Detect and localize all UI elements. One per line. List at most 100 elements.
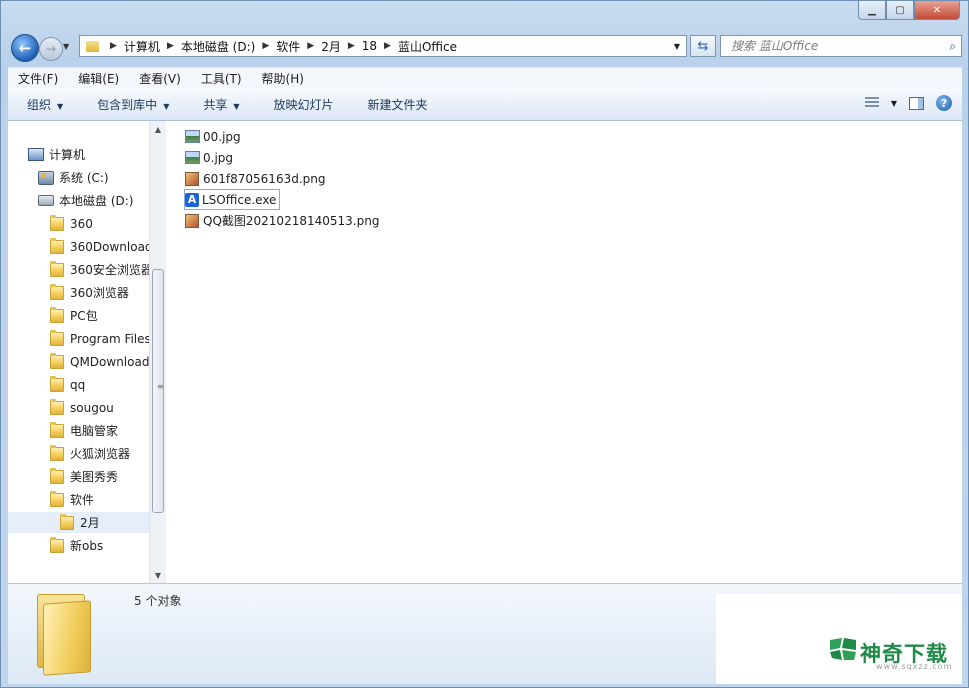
chevron-right-icon[interactable]: ▶ bbox=[348, 41, 355, 51]
refresh-button[interactable]: ⇆ bbox=[690, 35, 716, 57]
address-bar[interactable]: ▶ 计算机 ▶ 本地磁盘 (D:) ▶ 软件 ▶ 2月 ▶ 18 ▶ 蓝山Off… bbox=[79, 35, 687, 57]
folder-icon bbox=[86, 40, 99, 52]
folder-icon bbox=[50, 444, 64, 461]
tree-label: qq bbox=[70, 377, 86, 392]
tree-item-folder-selected[interactable]: 2月 bbox=[8, 512, 149, 533]
chevron-down-icon: ▼ bbox=[233, 102, 240, 111]
search-input[interactable] bbox=[729, 38, 933, 54]
slideshow-button[interactable]: 放映幻灯片 bbox=[255, 96, 349, 113]
folder-icon bbox=[50, 237, 64, 254]
folder-icon bbox=[50, 352, 64, 369]
help-icon[interactable]: ? bbox=[936, 95, 952, 111]
tree-label: PC包 bbox=[70, 309, 98, 323]
recent-pages-dropdown-icon[interactable]: ▼ bbox=[63, 42, 69, 51]
chevron-right-icon[interactable]: ▶ bbox=[307, 41, 314, 51]
file-list: 00.jpg 0.jpg 601f87056163d.png A LSOffice… bbox=[166, 121, 962, 583]
new-folder-button[interactable]: 新建文件夹 bbox=[349, 96, 443, 113]
share-label: 共享 bbox=[203, 98, 228, 112]
navigation-scrollbar[interactable]: ▲ ≡ ▼ bbox=[149, 121, 166, 583]
tree-label: 美图秀秀 bbox=[70, 470, 119, 484]
folder-icon bbox=[50, 306, 64, 323]
tree-item-folder[interactable]: 360Download bbox=[50, 236, 149, 257]
tree-item-system-c[interactable]: 系统 (C:) bbox=[38, 167, 109, 188]
tree-item-folder[interactable]: 火狐浏览器 bbox=[50, 443, 130, 464]
include-in-library-button[interactable]: 包含到库中 ▼ bbox=[78, 96, 184, 113]
scroll-up-icon[interactable]: ▲ bbox=[150, 121, 166, 137]
breadcrumb-software[interactable]: 软件 bbox=[276, 38, 300, 55]
maximize-button[interactable]: ▢ bbox=[886, 1, 914, 20]
tree-label: Program Files bbox=[70, 331, 149, 346]
navigation-bar: ← → ▼ ▶ 计算机 ▶ 本地磁盘 (D:) ▶ 软件 ▶ 2月 ▶ 18 ▶… bbox=[9, 32, 964, 62]
organize-button[interactable]: 组织 ▼ bbox=[8, 96, 78, 113]
large-folder-icon bbox=[33, 588, 91, 676]
tree-item-folder[interactable]: Program Files bbox=[50, 328, 149, 349]
breadcrumb-drive-d[interactable]: 本地磁盘 (D:) bbox=[181, 38, 255, 55]
close-button[interactable]: ✕ bbox=[914, 1, 960, 20]
command-bar: 组织 ▼ 包含到库中 ▼ 共享 ▼ 放映幻灯片 新建文件夹 ▼ ? bbox=[8, 89, 962, 121]
file-item[interactable]: 00.jpg bbox=[185, 127, 244, 146]
chevron-down-icon: ▼ bbox=[57, 102, 64, 111]
tree-item-folder[interactable]: 新obs bbox=[50, 535, 103, 556]
folder-icon bbox=[50, 421, 64, 438]
tree-item-folder[interactable]: 电脑管家 bbox=[50, 420, 118, 441]
menu-help[interactable]: 帮助(H) bbox=[252, 70, 314, 87]
tree-item-folder[interactable]: 360 bbox=[50, 213, 93, 234]
png-file-icon bbox=[185, 171, 199, 186]
menu-view[interactable]: 查看(V) bbox=[129, 70, 191, 87]
tree-item-folder[interactable]: QMDownload bbox=[50, 351, 149, 372]
view-options-icon[interactable] bbox=[864, 97, 879, 109]
folder-icon bbox=[50, 329, 64, 346]
chevron-right-icon[interactable]: ▶ bbox=[262, 41, 269, 51]
file-item[interactable]: 601f87056163d.png bbox=[185, 169, 328, 188]
tree-label: QMDownload bbox=[70, 354, 149, 369]
tree-item-drive-d[interactable]: 本地磁盘 (D:) bbox=[38, 190, 133, 211]
file-item-selected[interactable]: A LSOffice.exe bbox=[184, 189, 281, 210]
tree-item-folder[interactable]: 360安全浏览器 bbox=[50, 259, 149, 280]
breadcrumb-lanshan-office[interactable]: 蓝山Office bbox=[398, 38, 457, 55]
tree-label: 软件 bbox=[70, 493, 95, 507]
minimize-button[interactable]: ▁ bbox=[858, 1, 886, 20]
tree-item-folder[interactable]: 360浏览器 bbox=[50, 282, 129, 303]
folder-icon bbox=[50, 214, 64, 231]
tree-label: 本地磁盘 (D:) bbox=[59, 194, 134, 208]
forward-button[interactable]: → bbox=[39, 37, 63, 61]
watermark-url: www.sqxzz.com bbox=[876, 662, 953, 671]
file-item[interactable]: QQ截图20210218140513.png bbox=[185, 211, 382, 230]
tree-label: 系统 (C:) bbox=[59, 171, 109, 185]
back-button[interactable]: ← bbox=[11, 34, 39, 62]
tree-item-folder[interactable]: 软件 bbox=[50, 489, 94, 510]
menu-file[interactable]: 文件(F) bbox=[8, 70, 68, 87]
view-dropdown-icon[interactable]: ▼ bbox=[891, 99, 897, 108]
folder-icon bbox=[50, 283, 64, 300]
chevron-right-icon[interactable]: ▶ bbox=[167, 41, 174, 51]
breadcrumb-february[interactable]: 2月 bbox=[321, 38, 341, 55]
tree-item-computer[interactable]: 计算机 bbox=[28, 144, 85, 165]
search-icon[interactable]: ⌕ bbox=[949, 39, 956, 54]
scroll-down-icon[interactable]: ▼ bbox=[150, 567, 166, 583]
menu-edit[interactable]: 编辑(E) bbox=[68, 70, 129, 87]
tree-label: 火狐浏览器 bbox=[70, 447, 131, 461]
chevron-right-icon[interactable]: ▶ bbox=[110, 41, 117, 51]
scrollbar-thumb[interactable]: ≡ bbox=[152, 269, 164, 513]
address-dropdown-icon[interactable]: ▼ bbox=[674, 42, 680, 51]
computer-icon bbox=[28, 148, 44, 161]
breadcrumb-18[interactable]: 18 bbox=[362, 39, 377, 53]
file-item[interactable]: 0.jpg bbox=[185, 148, 236, 167]
tree-item-folder[interactable]: 美图秀秀 bbox=[50, 466, 118, 487]
breadcrumb-computer[interactable]: 计算机 bbox=[124, 38, 160, 55]
tree-item-folder[interactable]: qq bbox=[50, 374, 85, 395]
image-file-icon bbox=[185, 151, 200, 164]
tree-label: 360 bbox=[70, 216, 93, 231]
tree-item-folder[interactable]: sougou bbox=[50, 397, 114, 418]
share-button[interactable]: 共享 ▼ bbox=[184, 96, 254, 113]
folder-icon bbox=[60, 513, 74, 530]
menu-bar: 文件(F) 编辑(E) 查看(V) 工具(T) 帮助(H) bbox=[8, 67, 962, 89]
menu-tools[interactable]: 工具(T) bbox=[191, 70, 252, 87]
drive-icon bbox=[38, 195, 54, 206]
tree-item-folder[interactable]: PC包 bbox=[50, 305, 98, 326]
chevron-right-icon[interactable]: ▶ bbox=[384, 41, 391, 51]
tree-label: 360Download bbox=[70, 239, 149, 254]
folder-icon bbox=[50, 467, 64, 484]
search-box[interactable]: ⌕ bbox=[720, 35, 962, 57]
preview-pane-icon[interactable] bbox=[909, 96, 924, 110]
